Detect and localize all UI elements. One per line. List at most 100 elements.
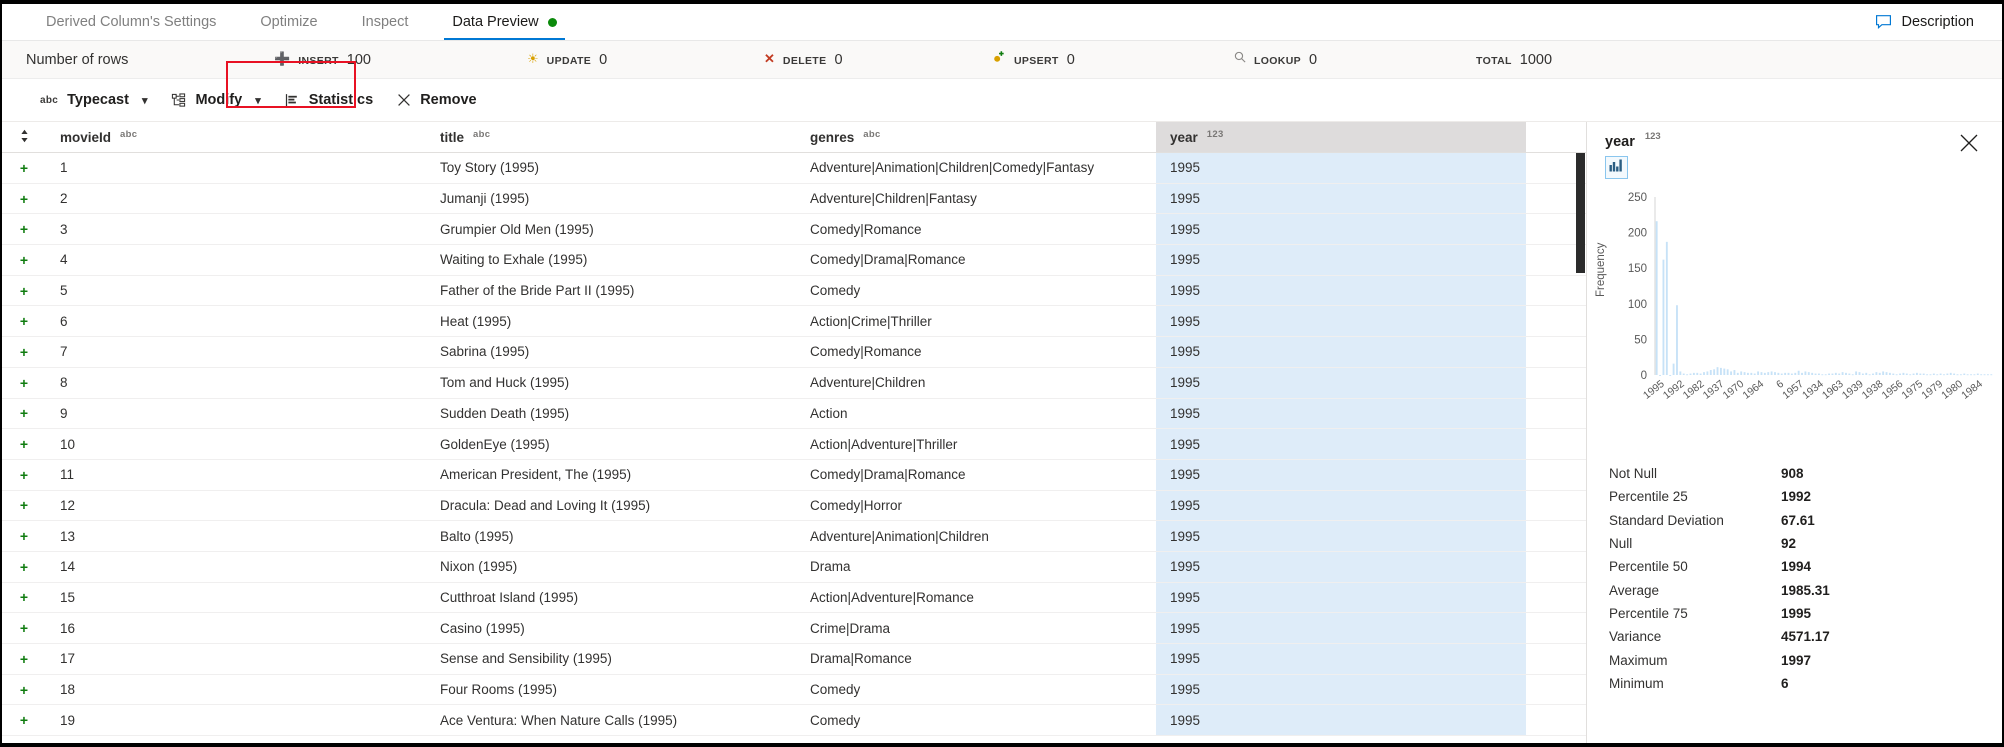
row-insert-marker: + — [19, 558, 29, 575]
table-row[interactable]: +19 Ace Ventura: When Nature Calls (1995)… — [2, 705, 1586, 737]
table-row[interactable]: +13 Balto (1995) Adventure|Animation|Child… — [2, 521, 1586, 552]
table-row[interactable]: +10 GoldenEye (1995) Action|Adventure|Thri… — [2, 429, 1586, 460]
description-button[interactable]: Description — [1871, 4, 1978, 39]
cell-movieid: 12 — [60, 497, 76, 513]
sort-column-header[interactable] — [2, 122, 46, 152]
scrollbar-thumb[interactable] — [1576, 153, 1585, 273]
table-row[interactable]: +18 Four Rooms (1995) Comedy 1995 — [2, 674, 1586, 706]
statistic-label: Null — [1609, 536, 1633, 552]
cell-movieid: 17 — [60, 651, 76, 667]
metric-value: 0 — [1066, 52, 1075, 68]
typecast-button[interactable]: abc Typecast ▾ — [28, 87, 159, 113]
tab-derived-columns-settings[interactable]: Derived Column's Settings — [24, 4, 238, 40]
tab-optimize[interactable]: Optimize — [238, 4, 339, 40]
cell-movieid: 18 — [60, 682, 76, 698]
abc-icon: abc — [40, 94, 59, 106]
modify-button[interactable]: Modify ▾ — [159, 87, 272, 113]
svg-text:0: 0 — [1641, 370, 1647, 382]
statistic-label: Standard Deviation — [1609, 512, 1724, 528]
panel-column-name: year — [1605, 134, 1635, 150]
chart-y-axis-label: Frequency — [1595, 242, 1607, 297]
statistic-row: Percentile 25 1992 — [1609, 485, 1980, 508]
table-row[interactable]: +3 Grumpier Old Men (1995) Comedy|Romance 1… — [2, 214, 1586, 246]
tab-data-preview[interactable]: Data Preview — [430, 4, 578, 40]
cell-genres: Action|Adventure|Thriller — [810, 436, 958, 452]
table-row[interactable]: +1 Toy Story (1995) Adventure|Animation|Ch… — [2, 153, 1586, 184]
metric-value: 100 — [346, 51, 371, 68]
table-row[interactable]: +12 Dracula: Dead and Loving It (1995) Com… — [2, 490, 1586, 522]
cell-title: Cutthroat Island (1995) — [440, 589, 579, 605]
plus-icon: ➕ — [274, 50, 291, 66]
cell-genres: Adventure|Animation|Children|Comedy|Fant… — [810, 160, 1095, 176]
table-row[interactable]: +6 Heat (1995) Action|Crime|Thriller 1995 — [2, 306, 1586, 338]
statistics-list: Not Null 908 Percentile 25 1992 Standard Dev… — [1587, 462, 2002, 695]
statistic-row: Average 1985.31 — [1609, 578, 1980, 601]
column-toolbar: abc Typecast ▾ Modify ▾ Statistics Remov… — [2, 61, 2002, 122]
close-icon[interactable] — [1958, 132, 1980, 154]
grid-header-row: movieId abc title abc genres abc year 12… — [2, 122, 1586, 153]
cell-genres: Action|Crime|Thriller — [810, 313, 932, 329]
metric-update: ☀ UPDATE 0 — [527, 52, 607, 68]
statistic-row: Not Null 908 — [1609, 462, 1980, 485]
cell-movieid: 16 — [60, 620, 76, 636]
remove-button[interactable]: Remove — [385, 87, 488, 113]
cell-movieid: 10 — [60, 436, 76, 452]
svg-text:150: 150 — [1628, 263, 1647, 275]
column-header-genres[interactable]: genres abc — [796, 122, 1156, 152]
column-header-year[interactable]: year 123 — [1156, 122, 1526, 152]
svg-text:1984: 1984 — [1959, 378, 1985, 402]
close-icon — [397, 93, 411, 107]
row-insert-marker: + — [19, 313, 29, 330]
table-row[interactable]: +5 Father of the Bride Part II (1995) Come… — [2, 275, 1586, 307]
statistic-value: 1995 — [1781, 605, 1812, 621]
table-row[interactable]: +9 Sudden Death (1995) Action 1995 — [2, 398, 1586, 430]
cell-year: 1995 — [1156, 398, 1526, 429]
cell-year: 1995 — [1156, 582, 1526, 613]
table-row[interactable]: +4 Waiting to Exhale (1995) Comedy|Drama|R… — [2, 245, 1586, 276]
tab-inspect[interactable]: Inspect — [340, 4, 431, 40]
column-name: movieId — [60, 129, 112, 145]
cell-title: American President, The (1995) — [440, 467, 632, 483]
table-row[interactable]: +2 Jumanji (1995) Adventure|Children|Fanta… — [2, 183, 1586, 215]
metric-label: UPDATE — [546, 54, 592, 67]
bar-chart-toggle-button[interactable] — [1605, 156, 1628, 179]
cell-movieid: 1 — [60, 160, 68, 176]
cell-title: Dracula: Dead and Loving It (1995) — [440, 497, 651, 513]
cell-genres: Comedy|Horror — [810, 497, 903, 513]
statistic-row: Minimum 6 — [1609, 672, 1980, 695]
table-row[interactable]: +16 Casino (1995) Crime|Drama 1995 — [2, 613, 1586, 644]
cell-title: Sense and Sensibility (1995) — [440, 651, 612, 667]
svg-text:200: 200 — [1628, 228, 1647, 240]
statistic-row: Variance 4571.17 — [1609, 625, 1980, 648]
row-insert-marker: + — [19, 650, 29, 667]
cell-title: Balto (1995) — [440, 528, 514, 544]
tab-label: Optimize — [260, 14, 318, 30]
statistic-value: 908 — [1781, 466, 1804, 482]
column-header-movieid[interactable]: movieId abc — [46, 122, 426, 152]
row-insert-marker: + — [19, 251, 29, 268]
table-row[interactable]: +8 Tom and Huck (1995) Adventure|Children 1… — [2, 367, 1586, 399]
cell-movieid: 7 — [60, 344, 68, 360]
statistics-button[interactable]: Statistics — [273, 87, 385, 113]
histogram-svg: 050100150200250199519921982193719701964 6… — [1628, 192, 1993, 402]
table-row[interactable]: +7 Sabrina (1995) Comedy|Romance 1995 — [2, 337, 1586, 368]
svg-text:250: 250 — [1628, 192, 1647, 204]
statistic-label: Variance — [1609, 629, 1662, 645]
typecast-label: Typecast — [67, 92, 129, 108]
table-row[interactable]: +11 American President, The (1995) Comedy|… — [2, 459, 1586, 491]
cell-genres: Adventure|Children — [810, 375, 926, 391]
modify-label: Modify — [195, 92, 243, 108]
tab-label: Derived Column's Settings — [46, 14, 217, 30]
table-row[interactable]: +14 Nixon (1995) Drama 1995 — [2, 551, 1586, 583]
statistic-label: Not Null — [1609, 466, 1658, 482]
table-row[interactable]: +17 Sense and Sensibility (1995) Drama|Rom… — [2, 644, 1586, 675]
cell-movieid: 9 — [60, 405, 68, 421]
cell-year: 1995 — [1156, 275, 1526, 306]
column-header-title[interactable]: title abc — [426, 122, 796, 152]
cell-title: Father of the Bride Part II (1995) — [440, 283, 635, 299]
comment-icon — [1875, 13, 1892, 30]
chevron-down-icon: ▾ — [141, 94, 148, 107]
chevron-down-icon: ▾ — [255, 94, 261, 107]
table-row[interactable]: +15 Cutthroat Island (1995) Action|Adventu… — [2, 582, 1586, 614]
cell-year: 1995 — [1156, 306, 1526, 337]
